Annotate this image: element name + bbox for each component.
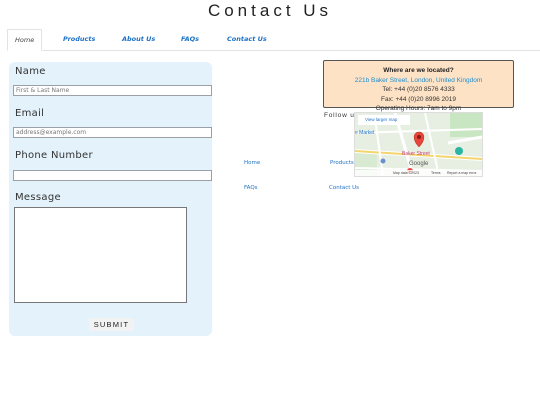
name-field[interactable]: First & Last Name [13, 85, 212, 96]
location-hours: Operating Hours: 7am to 9pm [375, 105, 462, 112]
email-label: Email [15, 108, 45, 119]
map-data-text: Map data ©2023 [393, 171, 419, 175]
location-map[interactable]: View larger map e Market Baker Street Go… [354, 112, 483, 177]
name-label: Name [15, 66, 46, 77]
phone-label: Phone Number [15, 150, 93, 161]
map-report-link[interactable]: Report a map error [447, 170, 477, 176]
location-title: Where are we located? [383, 67, 454, 74]
tab-products[interactable]: Products [63, 29, 95, 49]
footer-link-contact-us[interactable]: Contact Us [329, 185, 359, 191]
email-field[interactable]: address@example.com [13, 127, 212, 138]
map-terms-link[interactable]: Terms [431, 170, 441, 176]
map-label-baker-street: Baker Street [402, 151, 430, 157]
location-info-box: Where are we located? 221b Baker Street,… [323, 60, 514, 112]
tab-home[interactable]: Home [7, 29, 43, 51]
location-address[interactable]: 221b Baker Street, London, United Kingdo… [324, 76, 513, 86]
tab-faqs[interactable]: FAQs [181, 29, 199, 49]
message-field[interactable] [14, 207, 187, 303]
location-fax: Fax: +44 (0)20 8996 2019 [381, 95, 456, 103]
map-label-market: e Market [355, 130, 375, 136]
message-label: Message [15, 192, 61, 203]
tab-contact-us[interactable]: Contact Us [227, 29, 267, 49]
contact-form: Name First & Last Name Email address@exa… [9, 62, 212, 336]
google-logo: Google [409, 161, 429, 167]
page-title: Contact Us [207, 1, 333, 20]
footer-link-faqs[interactable]: FAQs [244, 185, 258, 191]
view-larger-map-link[interactable]: View larger map [358, 115, 410, 125]
map-attribution-bar: Map data ©2023 Terms Report a map error [355, 170, 482, 176]
footer-link-products[interactable]: Products [330, 160, 354, 166]
nav-tabs: Home Products About Us FAQs Contact Us [7, 29, 540, 51]
submit-button[interactable]: SUBMIT [89, 318, 134, 331]
location-tel: Tel: +44 (0)20 8576 4333 [382, 86, 455, 93]
tab-about-us[interactable]: About Us [122, 29, 155, 49]
phone-field[interactable] [13, 170, 212, 181]
footer-link-home[interactable]: Home [244, 160, 260, 166]
